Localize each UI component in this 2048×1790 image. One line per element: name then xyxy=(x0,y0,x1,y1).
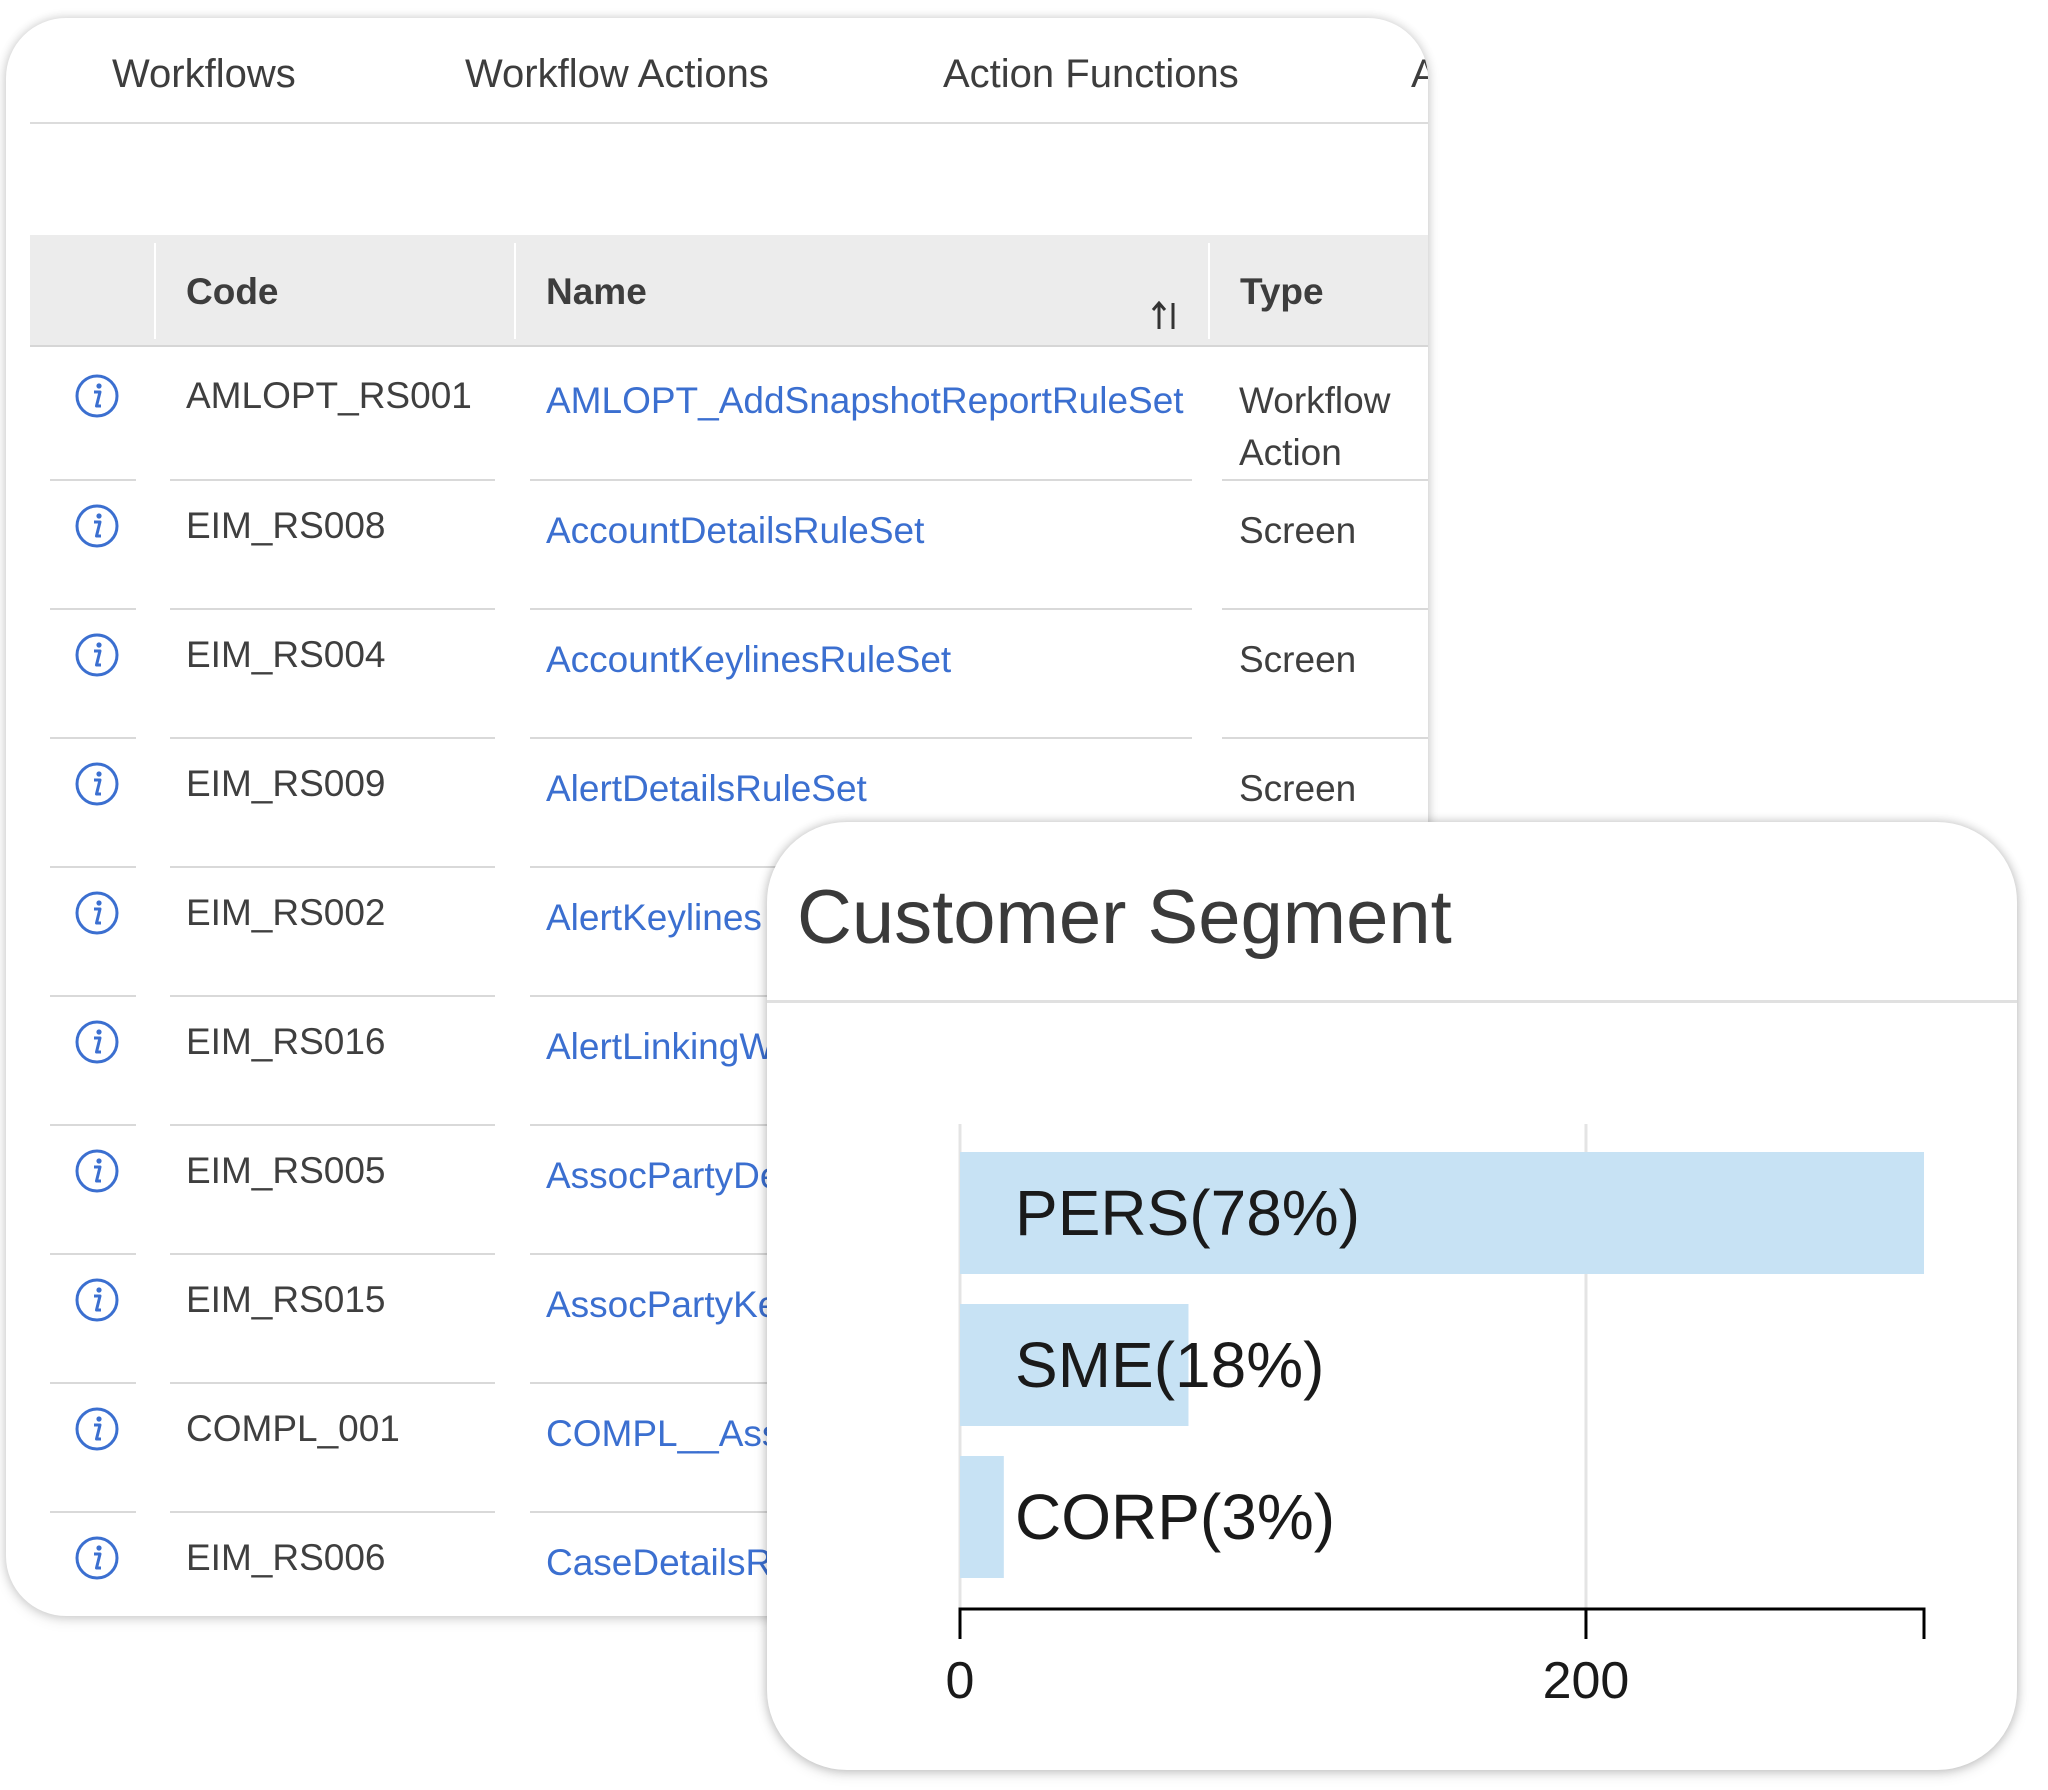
row-separator xyxy=(170,1511,495,1513)
cell-type: Screen xyxy=(1239,768,1357,809)
row-separator xyxy=(50,1124,136,1126)
x-tick-label: 0 xyxy=(946,1652,975,1710)
cell-code: EIM_RS006 xyxy=(186,1537,386,1578)
tab-truncated[interactable]: A xyxy=(1411,52,1428,97)
info-icon[interactable] xyxy=(74,761,120,807)
info-icon[interactable] xyxy=(74,1148,120,1194)
info-icon[interactable] xyxy=(74,632,120,678)
row-separator xyxy=(50,995,136,997)
table-header: Code Name Type xyxy=(30,235,1428,347)
cell-code: EIM_RS004 xyxy=(186,634,386,675)
table-row: AMLOPT_RS001 AMLOPT_AddSnapshotReportRule… xyxy=(6,349,1428,479)
sort-icon[interactable] xyxy=(1148,295,1184,335)
column-divider xyxy=(154,243,156,339)
row-separator xyxy=(530,737,1192,739)
row-separator xyxy=(50,1511,136,1513)
table-row: EIM_RS004 AccountKeylinesRuleSet Screen xyxy=(6,608,1428,737)
tab-bar: Workflows Workflow Actions Action Functi… xyxy=(30,18,1428,124)
cell-code: EIM_RS015 xyxy=(186,1279,386,1320)
row-separator xyxy=(170,1124,495,1126)
column-header-code[interactable]: Code xyxy=(186,271,279,313)
info-icon[interactable] xyxy=(74,890,120,936)
row-separator xyxy=(170,866,495,868)
row-separator xyxy=(530,608,1192,610)
row-separator xyxy=(170,608,495,610)
cell-type: Screen xyxy=(1239,639,1357,680)
row-separator xyxy=(50,479,136,481)
row-separator xyxy=(1222,737,1428,739)
row-separator xyxy=(170,1382,495,1384)
cell-code: AMLOPT_RS001 xyxy=(186,375,472,416)
cell-type: Workflow Action xyxy=(1239,380,1391,473)
row-separator xyxy=(1222,479,1428,481)
column-divider[interactable] xyxy=(1208,243,1210,339)
info-icon[interactable] xyxy=(74,373,120,419)
cell-code: EIM_RS008 xyxy=(186,505,386,546)
info-icon[interactable] xyxy=(74,1019,120,1065)
bar-chart: PERS(78%) SME(18%) CORP(3%) 0 200 xyxy=(946,1124,1926,1710)
ruleset-link[interactable]: AlertDetailsRuleSet xyxy=(546,763,1186,815)
x-tick-label: 200 xyxy=(1543,1652,1630,1710)
row-separator xyxy=(50,866,136,868)
info-icon[interactable] xyxy=(74,1406,120,1452)
cell-type: Screen xyxy=(1239,510,1357,551)
info-icon[interactable] xyxy=(74,1277,120,1323)
row-separator xyxy=(170,479,495,481)
row-separator xyxy=(50,737,136,739)
bar-label: PERS(78%) xyxy=(1015,1177,1360,1249)
row-separator xyxy=(170,1253,495,1255)
tab-action-functions[interactable]: Action Functions xyxy=(943,52,1239,97)
bar-label: SME(18%) xyxy=(1015,1329,1324,1401)
row-separator xyxy=(50,1253,136,1255)
row-separator xyxy=(170,995,495,997)
tab-workflow-actions[interactable]: Workflow Actions xyxy=(465,52,769,97)
info-icon[interactable] xyxy=(74,1535,120,1581)
column-header-name[interactable]: Name xyxy=(546,271,647,313)
ruleset-link[interactable]: AMLOPT_AddSnapshotReportRuleSet xyxy=(546,375,1186,427)
row-separator xyxy=(530,479,1192,481)
column-header-type[interactable]: Type xyxy=(1240,271,1324,313)
row-separator xyxy=(50,1382,136,1384)
table-row: EIM_RS008 AccountDetailsRuleSet Screen xyxy=(6,479,1428,608)
customer-segment-card: Customer Segment PERS(78%) SME(18%) CORP(3… xyxy=(767,822,2017,1770)
info-icon[interactable] xyxy=(74,503,120,549)
row-separator xyxy=(170,737,495,739)
cell-code: COMPL_001 xyxy=(186,1408,400,1449)
cell-code: EIM_RS009 xyxy=(186,763,386,804)
cell-code: EIM_RS002 xyxy=(186,892,386,933)
cell-code: EIM_RS005 xyxy=(186,1150,386,1191)
bar-label: CORP(3%) xyxy=(1015,1481,1335,1553)
cell-code: EIM_RS016 xyxy=(186,1021,386,1062)
bar xyxy=(960,1456,1004,1578)
row-separator xyxy=(1222,608,1428,610)
column-divider[interactable] xyxy=(514,243,516,339)
ruleset-link[interactable]: AccountDetailsRuleSet xyxy=(546,505,1186,557)
tab-workflows[interactable]: Workflows xyxy=(112,52,296,97)
row-separator xyxy=(50,608,136,610)
ruleset-link[interactable]: AccountKeylinesRuleSet xyxy=(546,634,1186,686)
